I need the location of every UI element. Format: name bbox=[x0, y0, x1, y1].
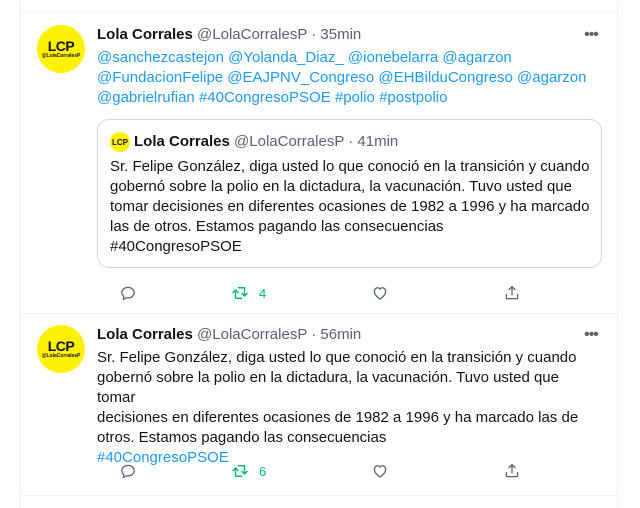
author-handle[interactable]: @LolaCorralesP bbox=[197, 26, 307, 43]
like-button[interactable] bbox=[371, 461, 389, 481]
avatar-logo-subtext: @LolaCorralesP bbox=[41, 52, 81, 59]
avatar[interactable]: LCP @LolaCorralesP bbox=[37, 25, 85, 73]
tweet-text-line[interactable]: @FundacionFelipe @EAJPNV_Congreso @EHBil… bbox=[97, 68, 597, 88]
share-icon bbox=[505, 285, 519, 300]
tweet-text: Sr. Felipe González, diga usted lo que c… bbox=[97, 348, 597, 468]
tweet-timestamp[interactable]: 56min bbox=[320, 326, 361, 343]
share-icon bbox=[505, 463, 519, 478]
tweet-text-line: Sr. Felipe González, diga usted lo que c… bbox=[97, 349, 577, 366]
like-button[interactable] bbox=[371, 283, 389, 303]
quote-header: Lola Corrales @LolaCorralesP · 41min bbox=[134, 132, 398, 152]
retweet-icon bbox=[232, 287, 248, 299]
avatar-logo-text: LCP bbox=[47, 337, 75, 354]
quote-text-line: gobernó sobre la polio en la dictadura, … bbox=[110, 178, 572, 195]
tweet-text-line[interactable]: @gabrielrufian #40CongresoPSOE #polio #p… bbox=[97, 88, 597, 108]
quote-avatar-text: LCP bbox=[112, 137, 128, 147]
quote-text: Sr. Felipe González, diga usted lo que c… bbox=[110, 157, 594, 257]
tweet-text-line: otros. Estamos pagando las consecuencias bbox=[97, 429, 387, 446]
tweet-text-line[interactable]: @sanchezcastejon @Yolanda_Diaz_ @ionebel… bbox=[97, 48, 597, 68]
quote-text-line: tomar decisiones en diferentes ocasiones… bbox=[110, 198, 590, 215]
author-name[interactable]: Lola Corrales bbox=[97, 26, 193, 43]
timeline: LCP @LolaCorralesP Lola Corrales @LolaCo… bbox=[20, 0, 618, 508]
share-button[interactable] bbox=[503, 461, 521, 481]
tweet[interactable]: LCP @LolaCorralesP Lola Corrales @LolaCo… bbox=[21, 313, 617, 496]
heart-icon bbox=[373, 287, 387, 300]
tweet-header: Lola Corrales @LolaCorralesP · 35min bbox=[97, 25, 361, 45]
avatar[interactable]: LCP @LolaCorralesP bbox=[37, 325, 85, 373]
more-options-icon[interactable]: ••• bbox=[581, 25, 601, 45]
header-separator: · bbox=[311, 26, 317, 43]
quote-timestamp: 41min bbox=[357, 133, 399, 150]
share-button[interactable] bbox=[503, 283, 521, 303]
reply-button[interactable] bbox=[119, 461, 137, 481]
reply-icon bbox=[121, 464, 135, 479]
quote-text-line: las de otros. Estamos pagando las consec… bbox=[110, 218, 444, 235]
retweet-count: 6 bbox=[259, 463, 267, 479]
avatar-logo-text: LCP bbox=[47, 37, 75, 54]
tweet-timestamp[interactable]: 35min bbox=[320, 26, 361, 43]
tweet-actions: 6 bbox=[97, 461, 537, 481]
tweet-header: Lola Corrales @LolaCorralesP · 56min bbox=[97, 325, 361, 345]
retweet-icon bbox=[232, 465, 248, 477]
quote-author-name: Lola Corrales bbox=[134, 133, 230, 150]
tweet-text-line: gobernó sobre la polio en la dictadura, … bbox=[97, 369, 559, 406]
tweet[interactable]: LCP @LolaCorralesP Lola Corrales @LolaCo… bbox=[21, 12, 617, 314]
quoted-tweet[interactable]: LCP Lola Corrales @LolaCorralesP · 41min… bbox=[97, 119, 602, 268]
quote-avatar: LCP bbox=[110, 132, 130, 152]
tweet-text: @sanchezcastejon @Yolanda_Diaz_ @ionebel… bbox=[97, 48, 597, 108]
tweet-text-line: decisiones en diferentes ocasiones de 19… bbox=[97, 409, 579, 426]
header-separator: · bbox=[311, 326, 317, 343]
reply-button[interactable] bbox=[119, 283, 137, 303]
quote-text-line: #40CongresoPSOE bbox=[110, 238, 242, 255]
avatar-logo-subtext: @LolaCorralesP bbox=[41, 352, 81, 359]
author-name[interactable]: Lola Corrales bbox=[97, 326, 193, 343]
quote-text-line: Sr. Felipe González, diga usted lo que c… bbox=[110, 158, 590, 175]
tweet-actions: 4 bbox=[97, 283, 537, 303]
quote-header-separator: · bbox=[348, 133, 354, 150]
reply-icon bbox=[121, 286, 135, 301]
author-handle[interactable]: @LolaCorralesP bbox=[197, 326, 307, 343]
more-options-icon[interactable]: ••• bbox=[581, 325, 601, 345]
retweet-button[interactable]: 6 bbox=[231, 461, 266, 481]
retweet-button[interactable]: 4 bbox=[231, 283, 266, 303]
heart-icon bbox=[373, 465, 387, 478]
quote-author-handle: @LolaCorralesP bbox=[234, 133, 345, 150]
retweet-count: 4 bbox=[259, 285, 267, 301]
